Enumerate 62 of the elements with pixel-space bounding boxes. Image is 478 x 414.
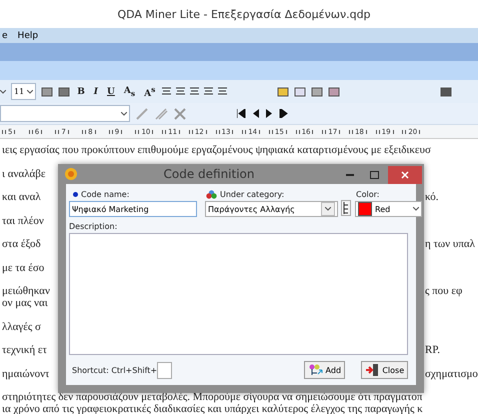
document-text: σχηματισμο xyxy=(425,368,478,380)
script-button[interactable]: A$^{s}$ xyxy=(142,84,158,98)
document-text: μειώθηκαν xyxy=(1,285,50,297)
document-text: ται πλέον xyxy=(1,214,44,226)
dropdown-icon xyxy=(0,90,6,94)
shortcut-field[interactable] xyxy=(157,362,172,378)
align-icon[interactable] xyxy=(190,87,200,96)
menu-item[interactable]: e xyxy=(2,30,8,40)
circles-icon xyxy=(206,190,217,199)
align-icon[interactable] xyxy=(204,87,214,96)
first-icon[interactable] xyxy=(237,109,246,118)
document-text: στα έξοδ xyxy=(1,238,41,250)
category-select[interactable]: Παράγοντες Αλλαγής xyxy=(205,201,338,217)
document-text: ιεις εργασίας που προκύπτουν επιθυμούμε εργαζομένους ψηφιακά καταρτισμένους με εξειδικευσ xyxy=(1,144,431,156)
shortcut-label: Shortcut: Ctrl+Shift+ xyxy=(72,366,158,374)
document-text: κό. xyxy=(425,191,439,203)
document-text: ον μας ναι xyxy=(1,297,48,309)
description-field[interactable] xyxy=(69,233,408,355)
dropdown-icon xyxy=(27,90,34,94)
script-button[interactable]: A$_{s}$ xyxy=(122,86,138,98)
document-text: στηριότητες δεν παρουσιάζουν μεταβολές. Μπορούμε σίγουρα να σημειώσουμε ότι πραγματοπ xyxy=(1,391,422,403)
code-name-field[interactable]: Ψηφιακό Marketing xyxy=(69,201,197,217)
document-text: η των υπαλ xyxy=(425,238,475,250)
align-icon[interactable] xyxy=(176,87,186,96)
dropdown-icon xyxy=(413,207,419,211)
font-size-select[interactable]: 11 xyxy=(11,83,36,100)
last-icon[interactable] xyxy=(279,109,288,118)
document-text: ς που εφ xyxy=(425,285,462,297)
tree-add-icon xyxy=(308,364,323,376)
document-text: ι αναλάβε xyxy=(1,168,46,180)
exit-door-icon xyxy=(365,364,380,376)
document-text: με τα έσο xyxy=(1,262,44,274)
dropdown-icon xyxy=(325,207,331,211)
description-label: Description: xyxy=(69,222,118,231)
window-title: QDA Miner Lite - Επεξεργασία Δεδομένων.qdp xyxy=(117,8,371,20)
align-icon[interactable] xyxy=(162,87,172,96)
document-text: ημαιώνοντ xyxy=(1,368,50,380)
document-text: και αναλ xyxy=(1,191,41,203)
app-icon xyxy=(64,167,78,181)
document-text: τεχνική ετ xyxy=(1,344,47,356)
maximize-icon xyxy=(370,171,378,179)
format-button[interactable]: B xyxy=(75,86,87,96)
add-button[interactable]: Add xyxy=(304,361,346,379)
minimize-icon xyxy=(346,174,354,176)
dialog-title: Code definition xyxy=(162,167,256,181)
color-select[interactable]: Red xyxy=(355,201,422,217)
align-icon[interactable] xyxy=(218,87,228,96)
format-button[interactable]: U xyxy=(105,86,117,96)
previous-icon[interactable] xyxy=(251,109,260,118)
menu-item[interactable]: Help xyxy=(18,30,38,40)
dot-icon xyxy=(73,192,78,197)
next-icon[interactable] xyxy=(265,109,274,118)
close-button[interactable]: Close xyxy=(361,361,408,379)
document-text: λλαγές σ xyxy=(1,320,41,332)
code-name-label: Code name: xyxy=(69,190,197,199)
dropdown-icon xyxy=(121,112,127,116)
document-text: ια χρόνο από τις γραφειοκρατικές διαδικασίες και υπάρχει καλύτερος έλεγχος της παραγωγής κ xyxy=(1,403,423,414)
close-icon xyxy=(401,171,409,179)
document-text: RP. xyxy=(425,344,440,356)
category-label: Under category: xyxy=(220,190,284,199)
color-label: Color: xyxy=(355,190,380,199)
format-button[interactable]: I xyxy=(92,86,100,96)
